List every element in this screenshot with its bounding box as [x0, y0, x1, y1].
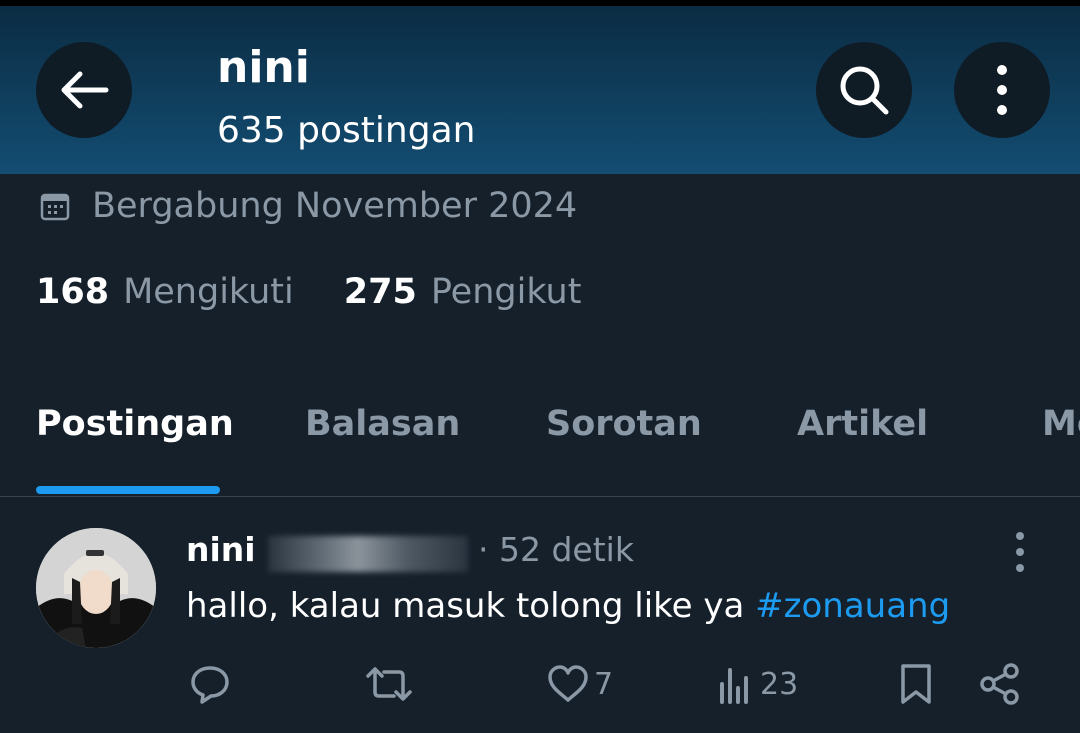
tab-artikel[interactable]: Artikel: [797, 404, 928, 444]
reply-button[interactable]: [188, 656, 232, 712]
followers-link[interactable]: 275 Pengikut: [344, 272, 582, 312]
more-vertical-icon: [1016, 532, 1024, 572]
joined-date: Bergabung November 2024: [40, 186, 577, 226]
search-icon: [840, 66, 889, 115]
active-tab-indicator: [36, 486, 220, 494]
tab-media[interactable]: Me: [1042, 404, 1080, 444]
back-button[interactable]: [36, 42, 132, 138]
tab-postingan[interactable]: Postingan: [36, 404, 234, 444]
post-author[interactable]: nini: [186, 530, 256, 569]
follow-stats: 168 Mengikuti 275 Pengikut: [36, 272, 581, 312]
post-more-button[interactable]: [1006, 530, 1034, 574]
header-name: nini: [217, 42, 310, 93]
followers-label: Pengikut: [430, 272, 582, 312]
views-count: 23: [760, 666, 799, 702]
joined-text: Bergabung November 2024: [92, 186, 578, 226]
views-button[interactable]: 23: [716, 656, 798, 712]
divider: [0, 496, 1080, 497]
like-count: 7: [594, 666, 614, 702]
share-icon: [980, 663, 1019, 705]
repost-icon: [366, 667, 412, 701]
arrow-left-icon: [61, 71, 109, 109]
heart-icon: [548, 665, 588, 702]
tab-balasan[interactable]: Balasan: [305, 404, 460, 444]
more-vertical-icon: [997, 65, 1007, 115]
repost-button[interactable]: [364, 656, 414, 712]
calendar-icon: [40, 193, 70, 221]
post-time[interactable]: · 52 detik: [478, 530, 634, 569]
more-button[interactable]: [954, 42, 1050, 138]
bookmark-icon: [901, 664, 931, 704]
profile-header: nini 635 postingan: [0, 6, 1080, 174]
following-link[interactable]: 168 Mengikuti: [36, 272, 294, 312]
hashtag-link[interactable]: #zonauang: [755, 586, 950, 626]
like-button[interactable]: 7: [546, 656, 613, 712]
followers-count: 275: [343, 272, 417, 312]
following-count: 168: [36, 272, 110, 312]
avatar[interactable]: [36, 528, 156, 648]
redacted-handle: [268, 536, 468, 572]
post-text: hallo, kalau masuk tolong like ya #zonau…: [186, 586, 950, 626]
profile-tabs: Postingan Balasan Sorotan Artikel Me: [0, 404, 1080, 496]
tab-sorotan[interactable]: Sorotan: [546, 404, 702, 444]
following-label: Mengikuti: [123, 272, 294, 312]
reply-icon: [191, 666, 229, 704]
analytics-icon: [720, 668, 748, 704]
post-body: hallo, kalau masuk tolong like ya: [186, 586, 756, 626]
share-button[interactable]: [978, 656, 1022, 712]
bookmark-button[interactable]: [896, 656, 936, 712]
header-post-count: 635 postingan: [217, 110, 476, 151]
search-button[interactable]: [816, 42, 912, 138]
